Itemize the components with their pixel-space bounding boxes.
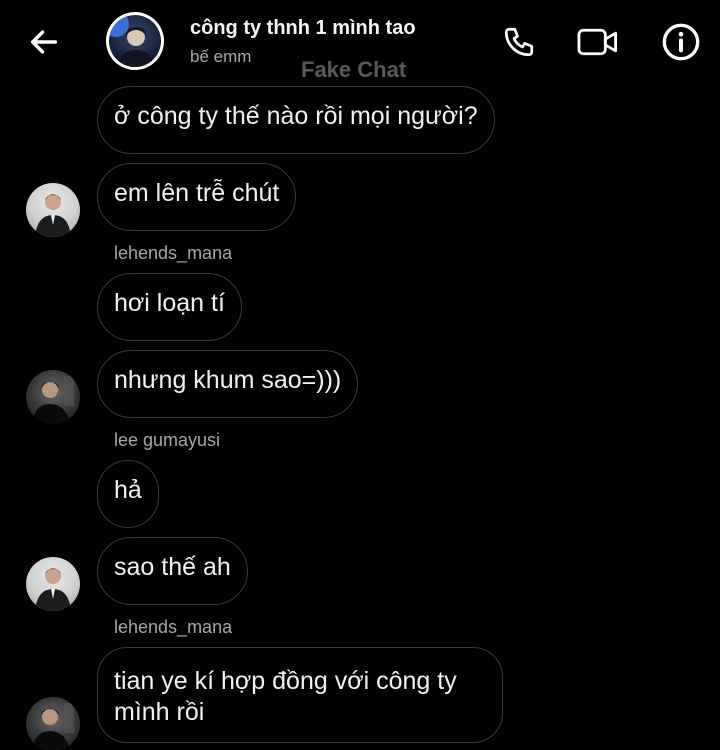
sender-name: lee gumayusi [114,430,221,450]
sender-name: lehends_mana [114,617,233,637]
video-call-button[interactable] [576,20,620,64]
chat-subtitle: bế emm [190,47,252,66]
message-bubble[interactable]: nhưng khum sao=))) [97,350,359,418]
message-bubble[interactable]: hơi loạn tí [97,273,242,341]
back-button[interactable] [24,22,64,62]
voice-call-button[interactable] [497,20,541,64]
info-button[interactable] [659,20,703,64]
chat-screen: công ty thnh 1 mình tao bế emm Fake Chat… [0,0,720,750]
message-bubble[interactable]: em lên trễ chút [97,163,297,231]
message-bubble[interactable]: ở công ty thế nào rồi mọi người? [97,86,495,154]
video-camera-icon [577,28,617,56]
sender-avatar[interactable] [26,557,80,611]
sender-avatar[interactable] [26,183,80,237]
sender-avatar[interactable] [26,697,80,750]
arrow-left-icon [30,30,58,54]
chat-title[interactable]: công ty thnh 1 mình tao [190,17,416,40]
message-bubble[interactable]: hả [97,460,159,528]
info-icon [662,23,700,61]
message-bubble[interactable]: sao thế ah [97,537,248,605]
sender-name: lehends_mana [114,243,233,263]
phone-icon [504,27,534,57]
message-bubble[interactable]: tian ye kí hợp đồng với công ty mình rồi [97,647,503,743]
watermark: Fake Chat [301,57,407,82]
sender-avatar[interactable] [26,370,80,424]
chat-header: công ty thnh 1 mình tao bế emm Fake Chat [0,0,720,88]
group-avatar[interactable] [106,12,164,70]
